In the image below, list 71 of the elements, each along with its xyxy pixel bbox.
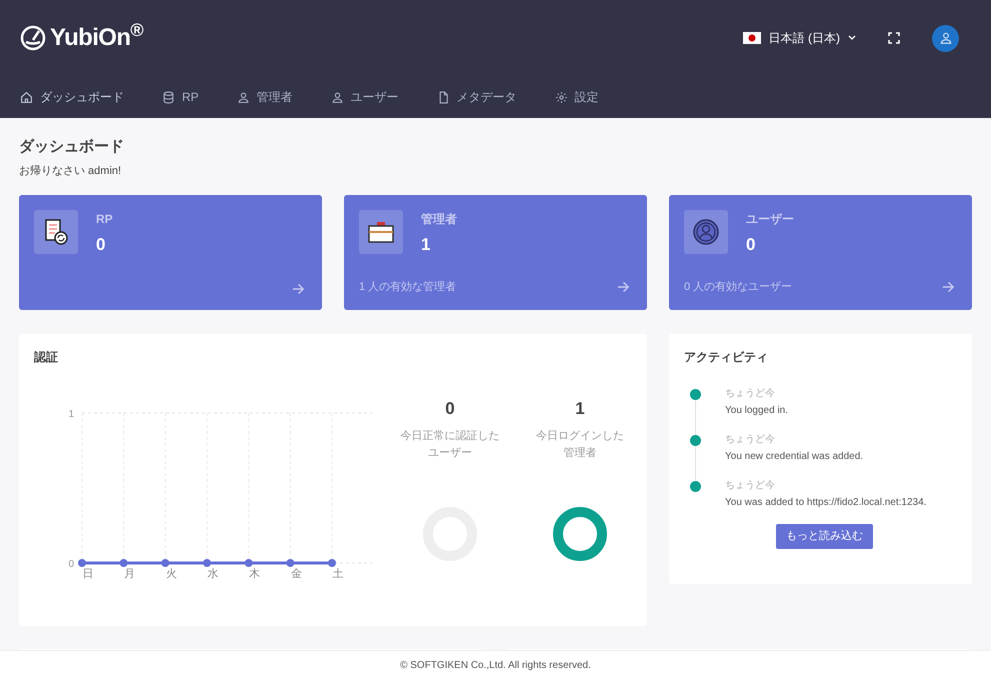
arrow-right-icon[interactable] [942, 280, 955, 293]
load-more-button[interactable]: もっと読み込む [776, 524, 873, 549]
settings-icon [554, 90, 568, 104]
axis-category-label: 金 [290, 568, 302, 580]
home-icon [20, 90, 33, 104]
axis-category-label: 木 [249, 568, 260, 580]
logo-text: YubiOn$^{®}$ [50, 20, 144, 53]
activity-time: ちょうど今 [725, 479, 776, 493]
document-sync-icon [44, 219, 68, 245]
user-icon [330, 90, 344, 104]
database-icon [162, 90, 175, 104]
stat-value: 0 [746, 234, 756, 256]
activity-text: You was added to https://fido2.local.net:1234. [725, 496, 926, 510]
activity-text: You new credential was added. [725, 450, 864, 464]
stat-card[interactable]: RP 0 [19, 195, 322, 310]
nav-tab[interactable]: メタデータ [436, 88, 517, 106]
chevron-down-icon [848, 35, 856, 41]
activity-text: You logged in. [725, 404, 788, 418]
stat-note: 0 人の有効なユーザー [684, 280, 792, 294]
stat-value: 1 [575, 398, 585, 420]
logo-icon [20, 25, 46, 51]
stat-value: 0 [445, 398, 455, 420]
axis-category-label: 日 [82, 568, 94, 580]
activity-time: ちょうど今 [725, 433, 776, 447]
axis-category-label: 水 [208, 568, 218, 580]
stat-value: 1 [421, 234, 432, 256]
stat-card[interactable]: 管理者 1 1 人の有効な管理者 [344, 195, 647, 310]
stat-card[interactable]: ユーザー 0 0 人の有効なユーザー [669, 195, 972, 310]
data-point [328, 559, 336, 567]
arrow-right-icon[interactable] [617, 280, 630, 293]
data-point [244, 559, 253, 567]
stat-label: RP [96, 211, 113, 228]
language-selector[interactable]: 日本語 (日本) [742, 29, 856, 47]
data-point [203, 559, 211, 567]
user-icon [236, 90, 250, 104]
file-icon [436, 90, 450, 104]
card-title: アクティビティ [684, 349, 769, 366]
stat-note: 1 人の有効な管理者 [359, 280, 456, 294]
nav-tab[interactable]: RP [162, 88, 199, 106]
nav-tab[interactable]: ユーザー [330, 88, 399, 106]
nav-tab[interactable]: 設定 [554, 88, 599, 106]
stat-label: 管理者 [564, 446, 596, 460]
axis-tick-label: 0 [68, 559, 74, 570]
page-title: ダッシュボード [19, 137, 125, 157]
stat-label: 今日正常に認証した [400, 428, 500, 444]
axis-tick-label: 1 [68, 409, 74, 420]
flag-icon [742, 32, 761, 44]
arrow-right-icon[interactable] [292, 283, 305, 295]
fullscreen-icon[interactable] [888, 32, 900, 44]
stat-value: 0 [96, 234, 106, 256]
stat-label: 管理者 [421, 211, 457, 228]
axis-category-label: 土 [332, 568, 344, 580]
nav-tab[interactable]: 管理者 [236, 88, 293, 106]
stat-label: ユーザー [428, 446, 472, 460]
card-title: 認証 [34, 349, 59, 366]
data-point [286, 559, 294, 567]
nav-tab[interactable]: ダッシュボード [20, 88, 124, 106]
page-subtitle: お帰りなさい admin! [19, 164, 122, 178]
data-point [120, 559, 128, 567]
user-circle-icon [693, 219, 719, 245]
axis-category-label: 火 [166, 568, 177, 580]
data-point [78, 559, 86, 567]
briefcase-icon [368, 221, 394, 243]
stat-label: ユーザー [746, 211, 794, 228]
data-point [161, 559, 170, 567]
user-icon [938, 31, 952, 45]
stat-label: 今日ログインした [536, 428, 624, 444]
avatar-button[interactable] [932, 24, 959, 52]
footer-text: © SOFTGIKEN Co.,Ltd. All rights reserved. [400, 659, 591, 673]
axis-category-label: 月 [124, 568, 136, 580]
activity-time: ちょうど今 [725, 387, 776, 401]
